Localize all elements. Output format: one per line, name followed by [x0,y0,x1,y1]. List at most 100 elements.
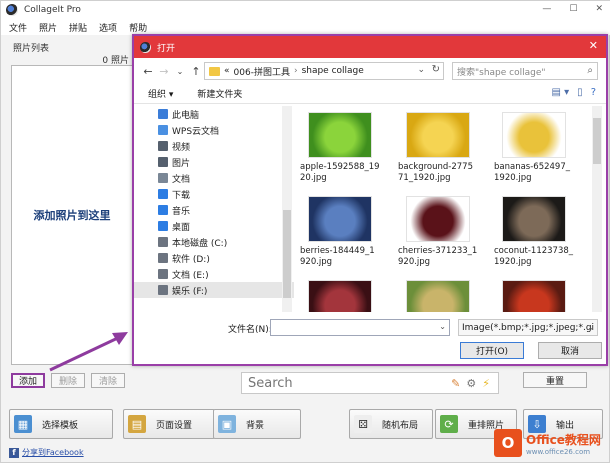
tree-item[interactable]: 此电脑 [134,106,294,122]
file-item[interactable]: coconut-1123738_1920.jpg [494,196,574,268]
tree-scroll-thumb[interactable] [283,210,291,298]
app-title: CollageIt Pro [24,5,81,15]
file-item[interactable]: background-277571_1920.jpg [398,112,478,184]
address-part-1[interactable]: 006-拼图工具 [234,65,290,78]
view-controls: ▤ ▾ ▯ ? [552,87,596,98]
refresh-icon[interactable]: ↻ [432,64,440,75]
close-icon[interactable]: ✕ [595,4,603,14]
tree-item[interactable]: 文档 (E:) [134,266,294,282]
forward-arrow-icon[interactable]: → [156,65,172,78]
file-thumbnail [406,112,470,158]
dialog-close-icon[interactable]: ✕ [589,39,598,52]
file-name: background-277571_1920.jpg [398,162,473,183]
menu-options[interactable]: 选项 [99,21,117,34]
filename-dropdown-icon[interactable]: ⌄ [439,322,446,331]
maximize-icon[interactable]: ☐ [569,4,577,14]
dialog-buttons: 打开(O) 取消 [460,342,602,359]
files-scroll-thumb[interactable] [593,118,601,164]
file-item[interactable] [300,280,380,312]
drive-icon [158,253,168,263]
recent-dropdown-icon[interactable]: ⌄ [172,67,188,76]
help-icon[interactable]: ? [591,87,596,98]
drive-icon [158,237,168,247]
search-icons: ✎ ⚙ ⚡ [451,377,490,390]
menu-file[interactable]: 文件 [9,21,27,34]
reset-button[interactable]: 重置 [523,372,587,388]
dialog-search-field[interactable]: 搜索"shape collage" ⌕ [452,62,598,80]
up-arrow-icon[interactable]: ↑ [188,65,204,78]
file-item[interactable] [494,280,574,312]
filter-dropdown-icon[interactable]: ⌄ [587,323,594,332]
menu-collage[interactable]: 拼贴 [69,21,87,34]
file-type-filter[interactable]: Image(*.bmp;*.jpg;*.jpeg;*.gi ⌄ [458,319,598,336]
settings-icon[interactable]: ⚙ [466,377,476,390]
window-controls: — ☐ ✕ [542,4,603,14]
file-item[interactable] [398,280,478,312]
files-scrollbar[interactable] [592,106,602,312]
photo-drop-area[interactable]: 添加照片到这里 [11,65,133,365]
tree-item-label: WPS云文档 [172,126,220,137]
tree-item[interactable]: WPS云文档 [134,122,294,138]
music-icon [158,205,168,215]
dialog-search-placeholder: 搜索"shape collage" [457,67,546,78]
dice-icon: ⚄ [354,415,372,433]
dialog-title: 打开 [157,43,176,54]
delete-button[interactable]: 删除 [51,373,85,388]
search-input[interactable] [248,375,428,391]
page-setup-button[interactable]: ▤ 页面设置 [123,409,215,439]
view-mode-icon[interactable]: ▤ ▾ [552,87,570,98]
open-button[interactable]: 打开(O) [460,342,524,359]
tree-item[interactable]: 下载 [134,186,294,202]
file-item[interactable]: berries-184449_1920.jpg [300,196,380,268]
file-thumbnail [406,196,470,242]
menu-help[interactable]: 帮助 [129,21,147,34]
tree-item[interactable]: 软件 (D:) [134,250,294,266]
tree-item[interactable]: 图片 [134,154,294,170]
file-name: bananas-652497_1920.jpg [494,162,570,183]
minimize-icon[interactable]: — [542,4,551,14]
page-setup-label: 页面设置 [156,420,193,431]
file-thumbnail [502,112,566,158]
background-button[interactable]: ▣ 背景 [213,409,301,439]
palette-icon[interactable]: ✎ [451,377,460,390]
organize-menu[interactable]: 组织 ▾ [148,87,173,100]
tree-item[interactable]: 娱乐 (F:) [134,282,294,298]
select-template-button[interactable]: ▦ 选择模板 [9,409,113,439]
cancel-button[interactable]: 取消 [538,342,602,359]
drive-icon [158,285,168,295]
office-watermark: O Office教程网 www.office26.com [494,426,606,460]
page-setup-icon: ▤ [128,415,146,433]
menu-photos[interactable]: 照片 [39,21,57,34]
preview-pane-icon[interactable]: ▯ [577,87,583,98]
tree-item[interactable]: 音乐 [134,202,294,218]
tree-item[interactable]: 桌面 [134,218,294,234]
file-item[interactable]: apple-1592588_1920.jpg [300,112,380,184]
address-dropdown-icon[interactable]: ⌄ [417,65,425,75]
tree-item[interactable]: 本地磁盘 (C:) [134,234,294,250]
filename-input[interactable]: ⌄ [270,319,450,336]
lightning-icon[interactable]: ⚡ [482,377,490,390]
back-arrow-icon[interactable]: ← [140,65,156,78]
menu-bar: 文件 照片 拼贴 选项 帮助 [1,19,610,35]
add-button[interactable]: 添加 [11,373,45,388]
clear-button[interactable]: 清除 [91,373,125,388]
random-layout-button[interactable]: ⚄ 随机布局 [349,409,433,439]
new-folder-button[interactable]: 新建文件夹 [197,87,242,100]
search-box: ✎ ⚙ ⚡ [241,372,499,394]
file-thumbnail [308,280,372,312]
file-item[interactable]: cherries-371233_1920.jpg [398,196,478,268]
navigation-tree: 此电脑 WPS云文档 视频 图片 文档 下载 音乐 桌面 本地磁盘 (C:) 软件 (D:) 文档 … [134,106,294,312]
address-bar[interactable]: « 006-拼图工具 › shape collage ⌄ ↻ [204,62,444,80]
dialog-command-bar: 组织 ▾ 新建文件夹 ▤ ▾ ▯ ? [134,84,606,104]
template-icon: ▦ [14,415,32,433]
file-item[interactable]: bananas-652497_1920.jpg [494,112,574,184]
dialog-titlebar: 打开 ✕ [134,36,606,58]
tree-item[interactable]: 文档 [134,170,294,186]
tree-item-label: 文档 (E:) [172,270,209,281]
filename-row: 文件名(N): ⌄ Image(*.bmp;*.jpg;*.jpeg;*.gi … [134,318,606,338]
tree-item[interactable]: 视频 [134,138,294,154]
address-part-2[interactable]: shape collage [302,66,364,76]
share-facebook-label: 分享到Facebook [22,448,84,457]
tree-scrollbar[interactable] [282,106,292,312]
share-facebook-link[interactable]: f 分享到Facebook [9,447,84,458]
